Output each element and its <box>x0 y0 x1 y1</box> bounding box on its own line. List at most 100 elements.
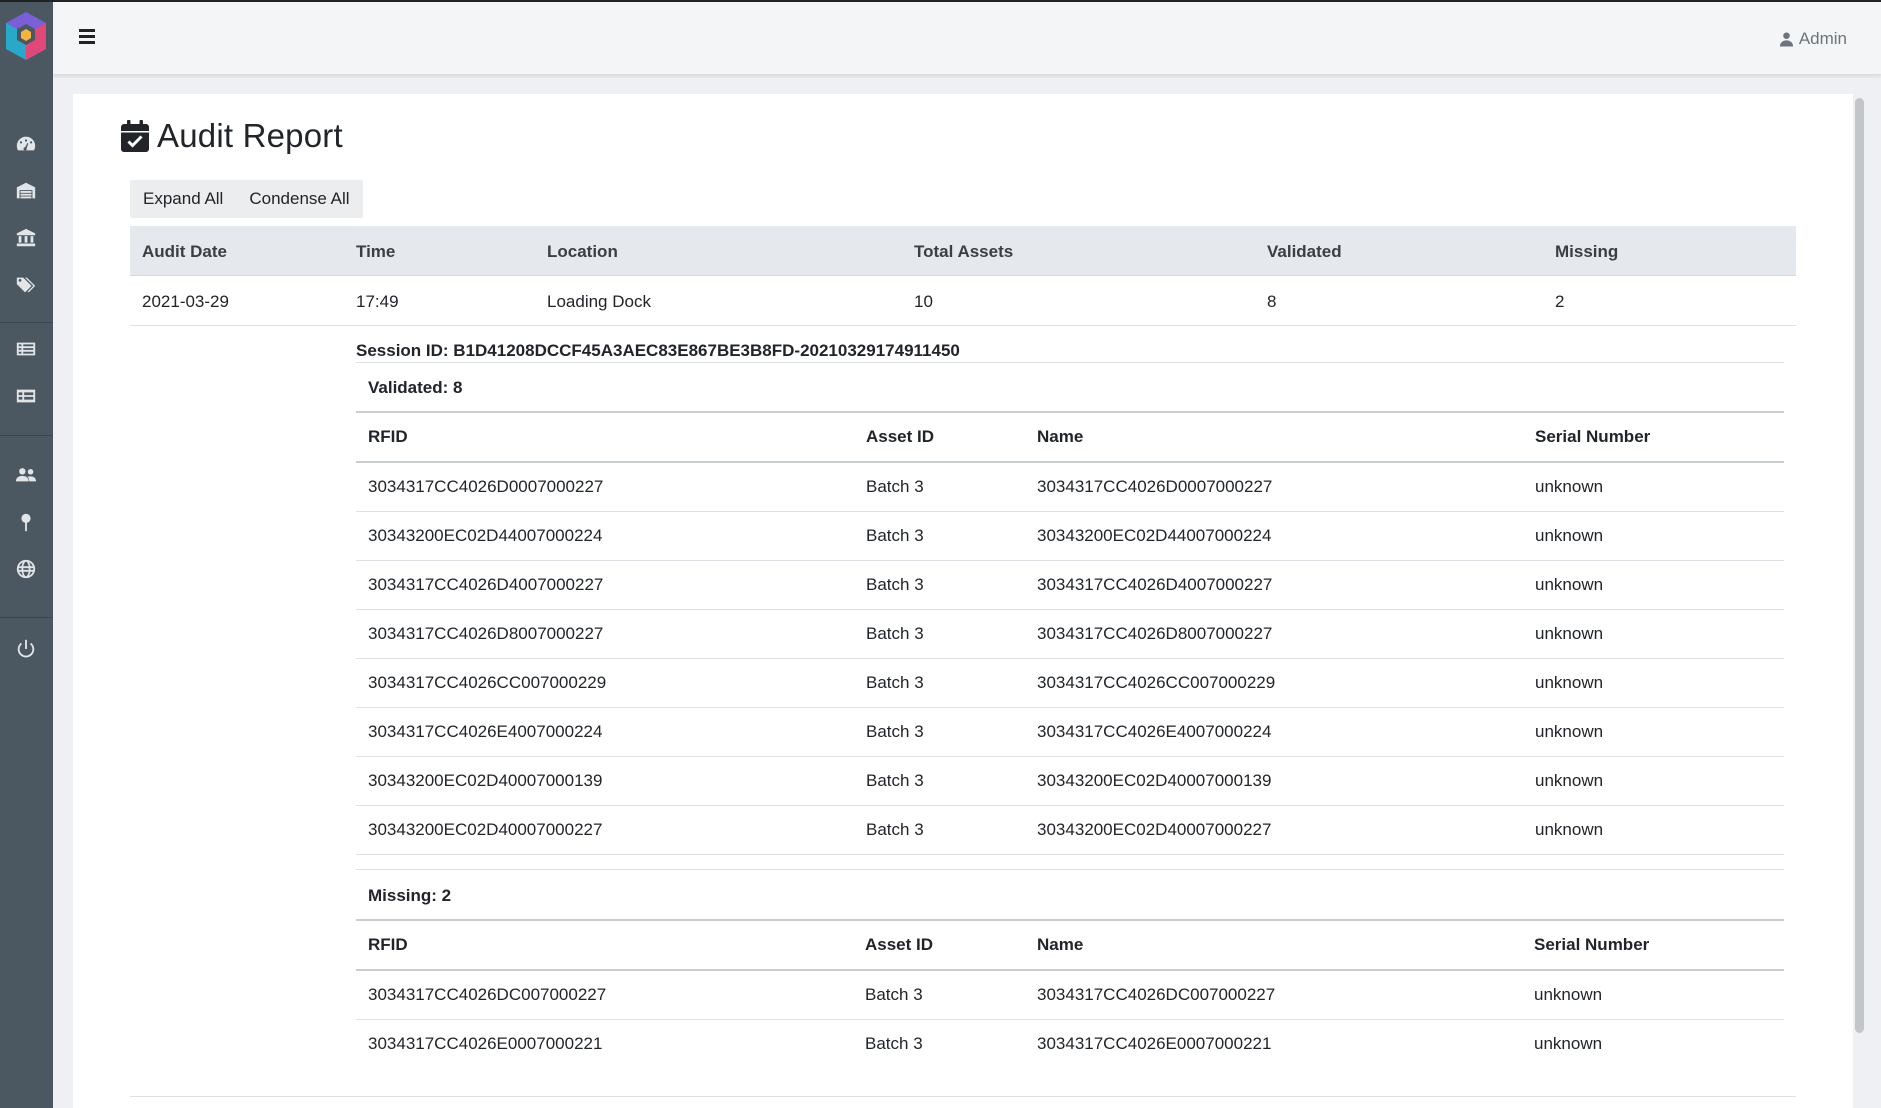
map-pin-icon[interactable] <box>13 509 39 535</box>
missing-count: 2 <box>1555 292 1565 311</box>
sidebar-divider <box>0 617 53 618</box>
column-header[interactable]: Validated <box>1267 242 1342 262</box>
rfid-cell: 30343200EC02D40007000139 <box>368 771 603 790</box>
sidebar-divider <box>0 322 53 323</box>
rfid-cell: 3034317CC4026D8007000227 <box>368 624 604 643</box>
expand-toggle-group: Expand All Condense All <box>130 180 363 218</box>
serial-cell: unknown <box>1535 526 1604 545</box>
table-list-icon[interactable] <box>13 383 39 409</box>
serial-cell: unknown <box>1535 624 1604 643</box>
rfid-cell: 3034317CC4026D4007000227 <box>368 575 604 594</box>
top-navbar: Admin <box>53 2 1881 75</box>
serial-cell: unknown <box>1535 673 1604 692</box>
name-cell: 3034317CC4026D8007000227 <box>1037 624 1273 643</box>
name-cell: 3034317CC4026E4007000224 <box>1037 722 1272 741</box>
users-icon[interactable] <box>13 462 39 488</box>
name-cell: 30343200EC02D40007000139 <box>1037 771 1272 790</box>
user-menu[interactable]: Admin <box>1779 29 1847 49</box>
total-assets: 10 <box>914 292 933 311</box>
tags-icon[interactable] <box>13 272 39 298</box>
name-cell: 3034317CC4026E0007000221 <box>1037 1034 1272 1053</box>
condense-all-button[interactable]: Condense All <box>236 180 362 218</box>
table-row: 3034317CC4026D0007000227 Batch 3 3034317… <box>356 463 1784 512</box>
asset-id-cell: Batch 3 <box>866 820 924 839</box>
session-id: Session ID: B1D41208DCCF45A3AEC83E867BE3… <box>356 341 960 360</box>
column-header: Serial Number <box>1534 935 1650 954</box>
validated-table-header: RFID Asset ID Name Serial Number <box>356 413 1784 462</box>
bank-icon[interactable] <box>13 225 39 251</box>
serial-cell: unknown <box>1535 575 1604 594</box>
column-header: Serial Number <box>1535 427 1651 446</box>
validated-heading: Validated: 8 <box>368 378 463 397</box>
serial-cell: unknown <box>1535 820 1604 839</box>
warehouse-icon[interactable] <box>13 178 39 204</box>
divider <box>356 362 1784 363</box>
sidebar <box>0 0 53 1108</box>
serial-cell: unknown <box>1535 477 1604 496</box>
column-header: Asset ID <box>866 427 935 446</box>
name-cell: 3034317CC4026D4007000227 <box>1037 575 1273 594</box>
table-row: 3034317CC4026D4007000227 Batch 3 3034317… <box>356 561 1784 610</box>
table-row: 3034317CC4026D8007000227 Batch 3 3034317… <box>356 610 1784 659</box>
serial-cell: unknown <box>1534 985 1603 1004</box>
page-header: Audit Report <box>121 117 343 155</box>
serial-cell: unknown <box>1535 722 1604 741</box>
rfid-cell: 30343200EC02D40007000227 <box>368 820 603 839</box>
validated-count: 8 <box>1267 292 1277 311</box>
column-header[interactable]: Missing <box>1555 242 1618 262</box>
asset-id-cell: Batch 3 <box>866 477 924 496</box>
rfid-cell: 3034317CC4026DC007000227 <box>368 985 607 1004</box>
asset-id-cell: Batch 3 <box>866 673 924 692</box>
hamburger-menu-icon[interactable] <box>79 29 97 45</box>
rfid-cell: 30343200EC02D44007000224 <box>368 526 603 545</box>
column-header: RFID <box>368 935 408 954</box>
rfid-cell: 3034317CC4026E4007000224 <box>368 722 603 741</box>
user-icon <box>1779 32 1793 47</box>
table-row: 30343200EC02D40007000139 Batch 3 3034320… <box>356 757 1784 806</box>
asset-id-cell: Batch 3 <box>866 526 924 545</box>
serial-cell: unknown <box>1534 1034 1603 1053</box>
column-header[interactable]: Time <box>356 242 395 262</box>
table-row: 3034317CC4026E4007000224 Batch 3 3034317… <box>356 708 1784 757</box>
scrollbar-thumb[interactable] <box>1855 98 1864 1033</box>
column-header[interactable]: Audit Date <box>142 242 227 262</box>
asset-id-cell: Batch 3 <box>865 985 923 1004</box>
column-header[interactable]: Total Assets <box>914 242 1013 262</box>
column-header: RFID <box>368 427 408 446</box>
missing-table-header: RFID Asset ID Name Serial Number <box>356 921 1784 970</box>
calendar-check-icon <box>121 120 149 152</box>
column-header: Name <box>1037 427 1084 446</box>
page-title: Audit Report <box>157 117 343 154</box>
power-icon[interactable] <box>13 636 39 662</box>
asset-id-cell: Batch 3 <box>866 624 924 643</box>
table-row: 3034317CC4026CC007000229 Batch 3 3034317… <box>356 659 1784 708</box>
divider <box>130 1096 1796 1097</box>
asset-id-cell: Batch 3 <box>866 575 924 594</box>
name-cell: 3034317CC4026DC007000227 <box>1037 985 1276 1004</box>
name-cell: 30343200EC02D40007000227 <box>1037 820 1272 839</box>
name-cell: 3034317CC4026D0007000227 <box>1037 477 1273 496</box>
list-alt-icon[interactable] <box>13 336 39 362</box>
audit-table-header: Audit Date Time Location Total Assets Va… <box>130 226 1796 276</box>
column-header: Name <box>1037 935 1084 954</box>
asset-id-cell: Batch 3 <box>865 1034 923 1053</box>
table-row: 30343200EC02D44007000224 Batch 3 3034320… <box>356 512 1784 561</box>
table-row: 3034317CC4026DC007000227 Batch 3 3034317… <box>356 971 1784 1020</box>
rfid-cell: 3034317CC4026D0007000227 <box>368 477 604 496</box>
audit-date: 2021-03-29 <box>142 292 229 311</box>
table-row: 30343200EC02D40007000227 Batch 3 3034320… <box>356 806 1784 855</box>
rfid-cell: 3034317CC4026CC007000229 <box>368 673 607 692</box>
expand-all-button[interactable]: Expand All <box>130 180 236 218</box>
serial-cell: unknown <box>1535 771 1604 790</box>
top-border <box>0 0 1881 2</box>
dashboard-icon[interactable] <box>13 131 39 157</box>
column-header[interactable]: Location <box>547 242 618 262</box>
globe-icon[interactable] <box>13 556 39 582</box>
audit-location: Loading Dock <box>547 292 651 311</box>
audit-time: 17:49 <box>356 292 399 311</box>
name-cell: 3034317CC4026CC007000229 <box>1037 673 1276 692</box>
app-logo[interactable] <box>2 10 50 62</box>
sidebar-divider <box>0 435 53 436</box>
audit-row[interactable]: 2021-03-29 17:49 Loading Dock 10 8 2 <box>130 276 1796 326</box>
table-row: 3034317CC4026E0007000221 Batch 3 3034317… <box>356 1020 1784 1069</box>
